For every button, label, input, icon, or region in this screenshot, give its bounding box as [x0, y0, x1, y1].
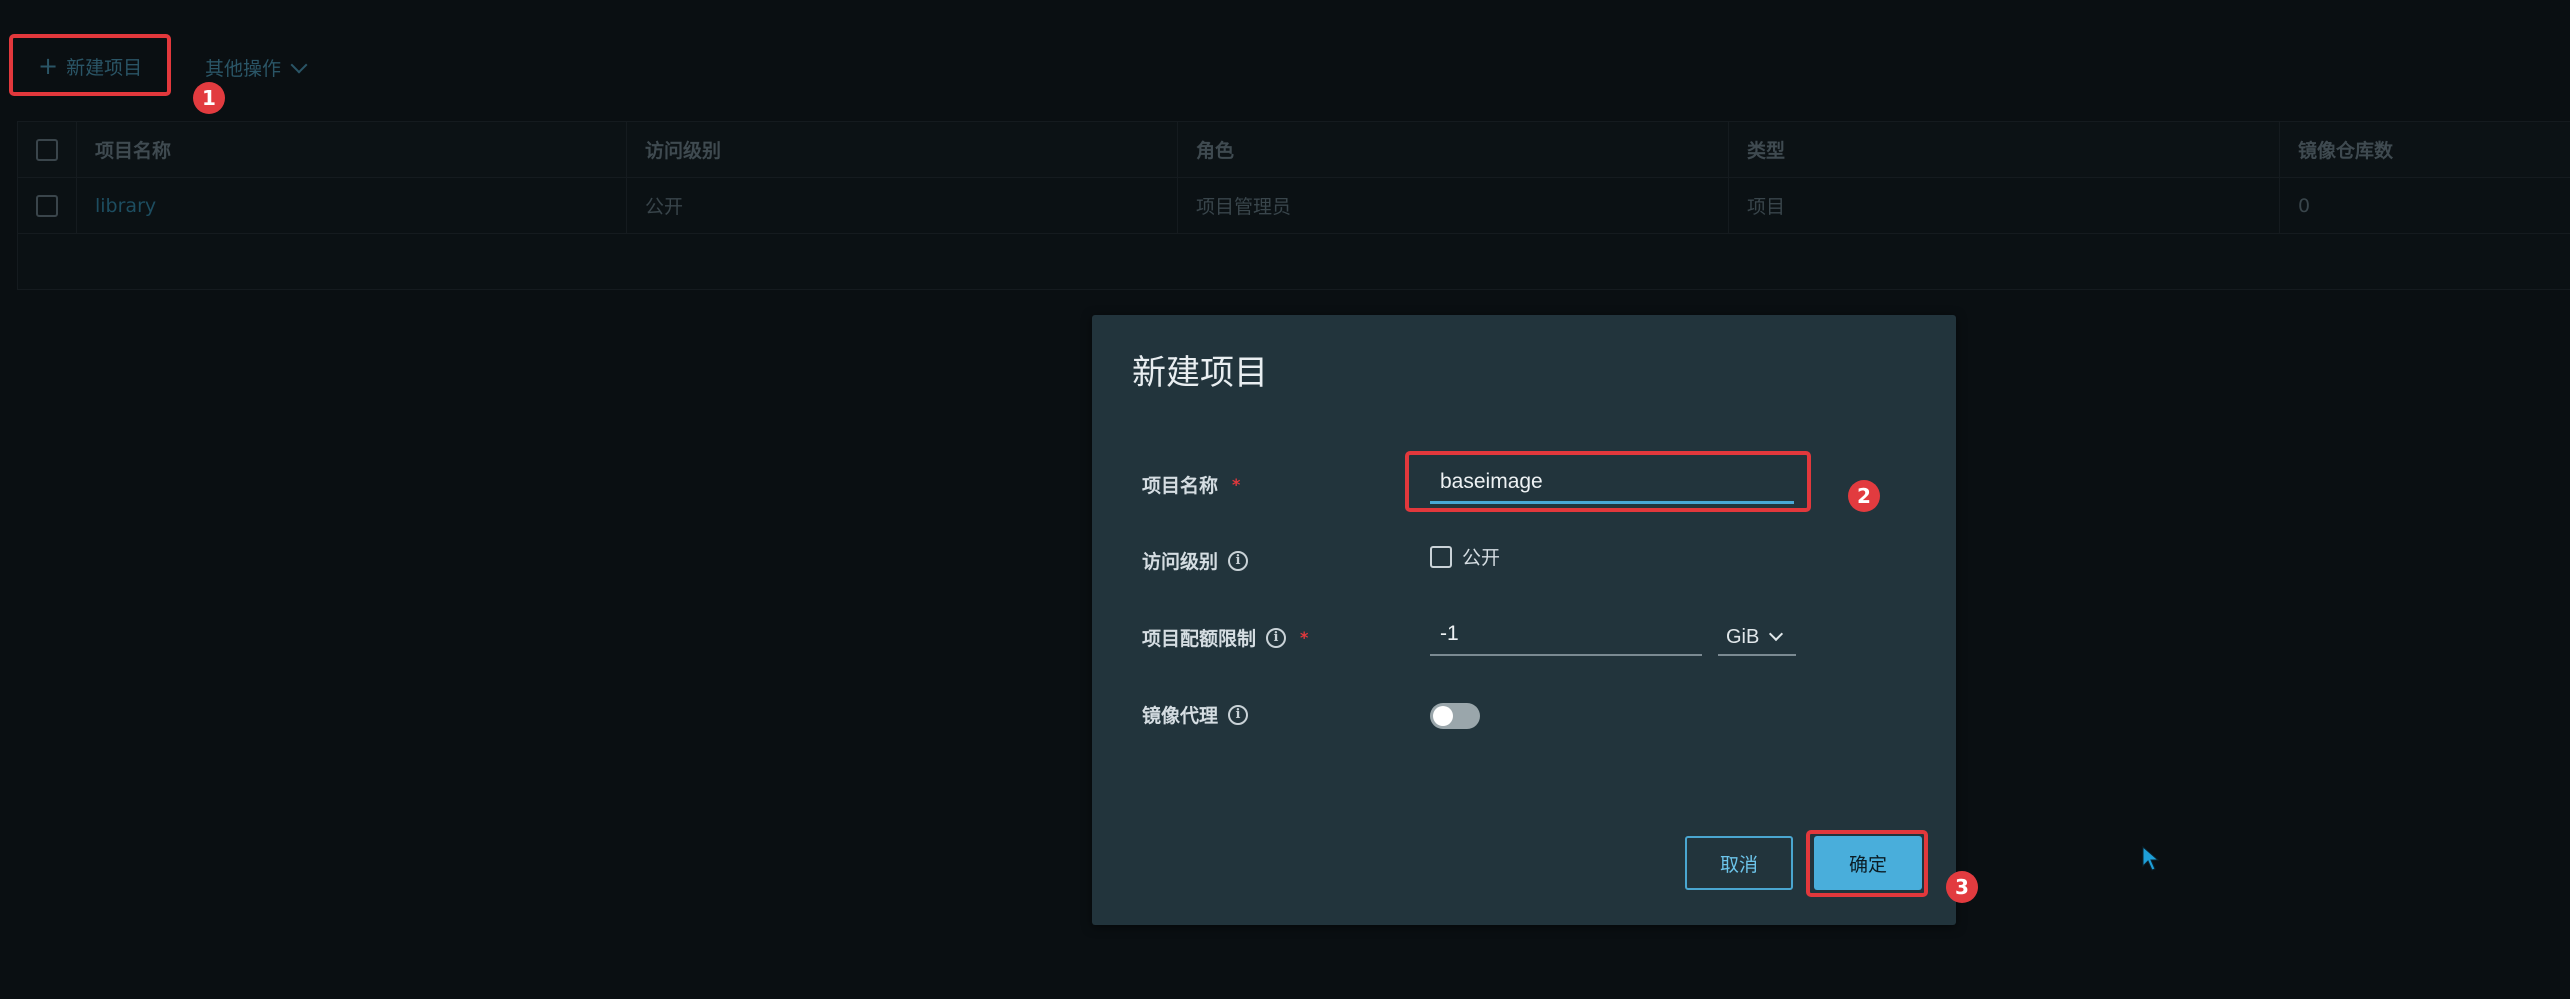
other-actions-dropdown[interactable]: 其他操作: [205, 54, 308, 81]
table-row: library 公开 项目管理员 项目 0: [18, 178, 2570, 234]
repo-count-cell: 0: [2298, 194, 2311, 217]
select-all-checkbox[interactable]: [36, 138, 58, 161]
required-mark: *: [1232, 475, 1241, 494]
mouse-cursor-icon: [2142, 846, 2160, 871]
step-badge-3: 3: [1946, 871, 1978, 903]
select-all-cell: [18, 122, 77, 177]
new-project-dialog: 新建项目 项目名称 * 访问级别 i 公开 项目配额限制 i * GiB 镜像代理…: [1092, 315, 1956, 925]
table-header-row: 项目名称 访问级别 角色 类型 镜像仓库数: [18, 122, 2570, 178]
other-actions-label: 其他操作: [205, 58, 282, 80]
step-badge-2: 2: [1848, 480, 1880, 512]
chevron-down-icon: [1769, 626, 1784, 642]
info-icon[interactable]: i: [1266, 627, 1287, 648]
project-name-label: 项目名称 *: [1142, 471, 1240, 498]
quota-input[interactable]: [1430, 620, 1702, 656]
highlight-box-step2: [1405, 451, 1811, 512]
quota-unit-value: GiB: [1726, 625, 1760, 648]
column-header-name[interactable]: 项目名称: [77, 122, 627, 177]
info-icon[interactable]: i: [1228, 550, 1249, 571]
type-cell: 项目: [1729, 178, 2280, 233]
public-option[interactable]: 公开: [1430, 543, 1500, 570]
access-level-cell: 公开: [627, 178, 1178, 233]
quota-label: 项目配额限制 i *: [1142, 624, 1308, 651]
public-label: 公开: [1462, 547, 1501, 569]
column-header-role[interactable]: 角色: [1178, 122, 1729, 177]
quota-label-text: 项目配额限制: [1142, 628, 1257, 650]
highlight-box-step1: [9, 34, 171, 96]
proxy-cache-label-text: 镜像代理: [1142, 705, 1219, 727]
highlight-box-step3: [1806, 830, 1928, 897]
table-footer: [18, 234, 2570, 289]
column-header-access[interactable]: 访问级别: [627, 122, 1178, 177]
access-level-label-text: 访问级别: [1142, 551, 1219, 573]
role-cell: 项目管理员: [1178, 178, 1729, 233]
project-name-link[interactable]: library: [77, 178, 627, 233]
proxy-cache-label: 镜像代理 i: [1142, 701, 1249, 728]
project-name-label-text: 项目名称: [1142, 475, 1219, 497]
chevron-down-icon: [290, 56, 308, 73]
project-table: 项目名称 访问级别 角色 类型 镜像仓库数 library 公开 项目管理员 项…: [17, 121, 2570, 290]
dialog-title: 新建项目: [1132, 353, 1268, 393]
step-badge-1: 1: [193, 82, 225, 114]
required-mark: *: [1300, 628, 1309, 647]
row-checkbox[interactable]: [36, 194, 58, 217]
public-checkbox[interactable]: [1430, 545, 1452, 568]
column-header-type[interactable]: 类型: [1729, 122, 2280, 177]
row-select-cell: [18, 178, 77, 233]
info-icon[interactable]: i: [1228, 704, 1249, 725]
quota-unit-select[interactable]: GiB: [1718, 620, 1796, 656]
cancel-button[interactable]: 取消: [1685, 836, 1793, 890]
toggle-knob: [1433, 706, 1453, 726]
access-level-label: 访问级别 i: [1142, 547, 1249, 574]
column-header-repos[interactable]: 镜像仓库数: [2280, 122, 2570, 177]
proxy-cache-toggle[interactable]: [1430, 703, 1480, 729]
